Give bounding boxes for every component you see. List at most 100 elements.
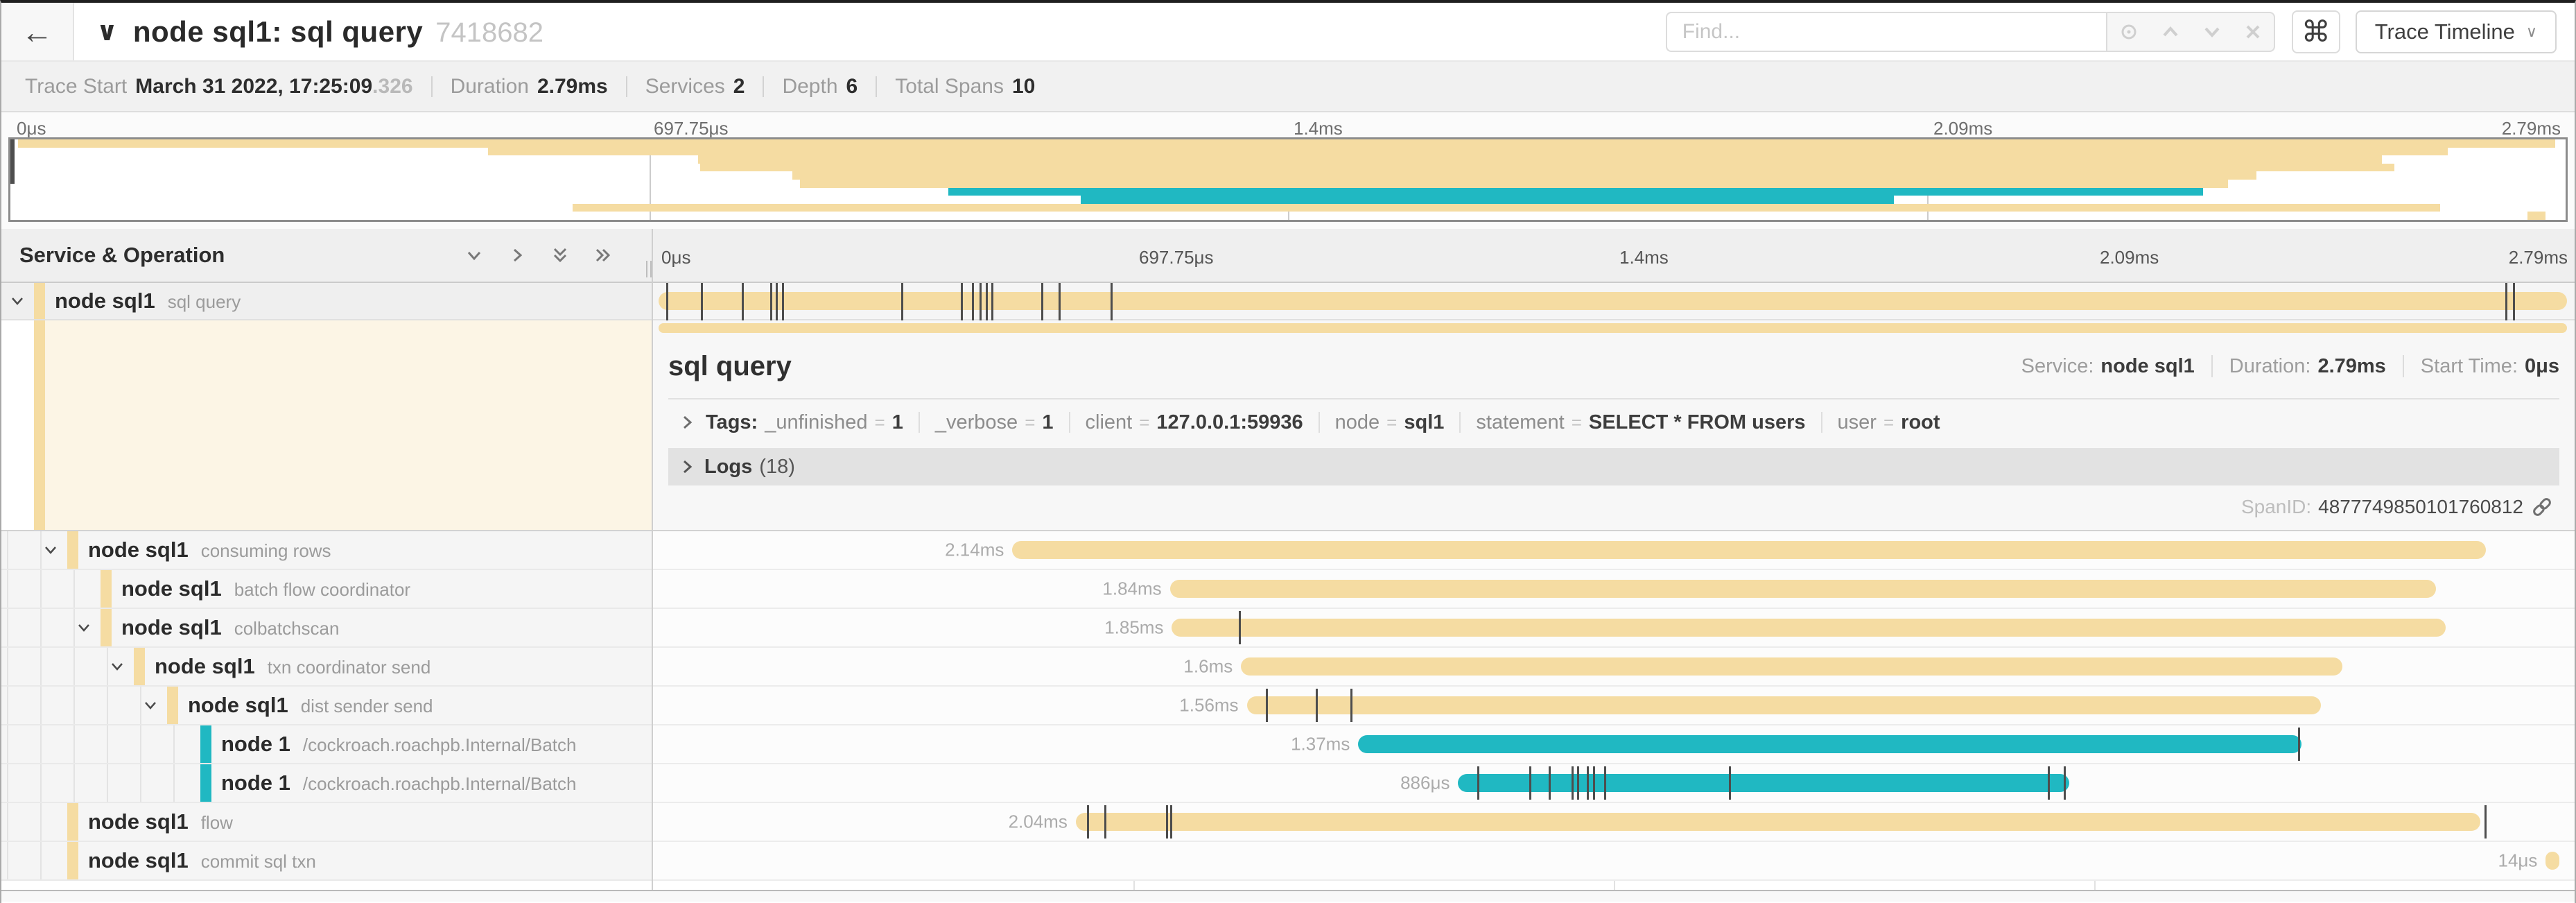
find-input[interactable] xyxy=(1666,12,2106,52)
span-bar[interactable] xyxy=(1170,580,2437,598)
span-timeline-cell[interactable]: 14μs xyxy=(653,842,2575,881)
tag-item[interactable]: _unfinished=1 xyxy=(765,411,903,434)
span-timeline-cell[interactable]: 1.56ms xyxy=(653,687,2575,725)
span-timeline-cell[interactable]: 2.04ms xyxy=(653,803,2575,842)
column-resize-grip[interactable] xyxy=(646,261,652,277)
tree-indent-guide xyxy=(40,803,42,841)
span-timeline-cell[interactable]: 1.6ms xyxy=(653,648,2575,687)
log-marker-tick xyxy=(1572,766,1574,800)
next-match-icon[interactable] xyxy=(2200,20,2224,44)
tree-indent-guide xyxy=(40,725,42,763)
logs-row[interactable]: Logs (18) xyxy=(668,448,2559,485)
chevron-down-icon[interactable] xyxy=(41,540,60,560)
log-marker-tick xyxy=(2064,766,2066,800)
tag-item[interactable]: _verbose=1 xyxy=(935,411,1054,434)
panel-resize-divider[interactable] xyxy=(652,229,653,890)
span-bar[interactable] xyxy=(1241,657,2342,676)
span-bar[interactable] xyxy=(1012,541,2486,559)
span-tree-row[interactable]: node 1/cockroach.roachpb.Internal/Batch xyxy=(1,725,653,764)
span-tree-row[interactable]: node sql1dist sender send xyxy=(1,687,653,725)
prev-match-icon[interactable] xyxy=(2159,20,2182,44)
span-tree-row[interactable]: node 1/cockroach.roachpb.Internal/Batch xyxy=(1,764,653,803)
locate-icon[interactable] xyxy=(2117,20,2141,44)
span-id-row: SpanID: 4877749850101760812 xyxy=(668,485,2559,528)
tree-indent-guide xyxy=(40,570,42,608)
time-tick-label: 0μs xyxy=(17,118,46,139)
tag-key: statement xyxy=(1476,411,1564,434)
expand-one-icon[interactable] xyxy=(506,244,528,266)
minimap-tick-labels: 0μs697.75μs1.4ms2.09ms2.79ms xyxy=(8,112,2568,137)
span-bar[interactable] xyxy=(1358,735,2301,753)
clear-search-icon[interactable] xyxy=(2242,21,2264,43)
time-tick-label: 1.4ms xyxy=(1294,118,1343,139)
equals-sign: = xyxy=(1877,412,1901,433)
chevron-down-icon[interactable] xyxy=(107,657,127,676)
span-row: node 1/cockroach.roachpb.Internal/Batch1… xyxy=(1,725,2575,764)
span-tree-row[interactable]: node sql1 flow xyxy=(1,803,653,842)
span-timeline-cell[interactable]: 1.37ms xyxy=(653,725,2575,764)
tag-item[interactable]: node=sql1 xyxy=(1335,411,1445,434)
log-marker-tick xyxy=(1350,689,1352,722)
span-tree-row[interactable]: node sql1colbatchscan xyxy=(1,609,653,648)
log-marker-tick xyxy=(2505,282,2507,320)
minimap-span-bar xyxy=(698,155,2382,164)
time-tick-label: 2.09ms xyxy=(2100,247,2159,268)
span-timeline-cell[interactable] xyxy=(653,283,2575,320)
minimap-span-bar xyxy=(18,139,2555,148)
span-timeline-cell[interactable]: 886μs xyxy=(653,764,2575,803)
log-marker-tick xyxy=(2484,805,2487,839)
service-name: node sql1 xyxy=(88,848,189,873)
span-tree-row[interactable]: node sql1commit sql txn xyxy=(1,842,653,881)
log-marker-tick xyxy=(991,282,993,320)
log-marker-tick xyxy=(1549,766,1551,800)
tags-row[interactable]: Tags: _unfinished=1_verbose=1client=127.… xyxy=(668,402,2559,442)
divider xyxy=(1069,412,1070,433)
collapse-one-icon[interactable] xyxy=(463,244,485,266)
collapse-all-icon[interactable] xyxy=(549,244,571,266)
minimap-span-row xyxy=(10,188,2566,196)
divider xyxy=(668,398,2559,399)
span-bar[interactable] xyxy=(659,292,2567,310)
operation-name: dist sender send xyxy=(301,696,433,717)
minimap-span-bar xyxy=(800,180,2228,188)
span-timeline-cell[interactable]: 1.84ms xyxy=(653,570,2575,609)
span-bar[interactable] xyxy=(2545,852,2559,870)
operation-name: flow xyxy=(201,812,233,834)
span-tree-row[interactable]: node sql1txn coordinator send xyxy=(1,648,653,687)
log-marker-tick xyxy=(701,282,703,320)
span-tree-row[interactable]: node sql1consuming rows xyxy=(1,531,653,570)
operation-name: /cockroach.roachpb.Internal/Batch xyxy=(303,734,577,756)
divider xyxy=(1459,412,1461,433)
service-name: node sql1 xyxy=(88,809,189,834)
span-detail-panel: sql query Service: node sql1 Duration: 2… xyxy=(653,320,2575,530)
span-tree-row[interactable]: node sql1sql query xyxy=(1,283,653,320)
service-name: node 1 xyxy=(221,771,290,796)
trace-view-dropdown[interactable]: Trace Timeline ∨ xyxy=(2356,10,2557,53)
span-color-stripe xyxy=(200,764,211,802)
back-button[interactable]: ← xyxy=(1,3,74,60)
span-duration-label: 2.04ms xyxy=(1009,811,1068,833)
span-timeline-cell[interactable]: 1.85ms xyxy=(653,609,2575,648)
log-marker-tick xyxy=(986,282,988,320)
span-bar[interactable] xyxy=(1172,619,2446,637)
chevron-down-icon[interactable] xyxy=(141,696,160,715)
link-icon[interactable] xyxy=(2530,495,2554,519)
expand-all-icon[interactable] xyxy=(592,244,614,266)
span-timeline-cell[interactable]: 2.14ms xyxy=(653,531,2575,570)
title-collapse-chevron-icon[interactable]: ∨ xyxy=(96,16,118,47)
keyboard-shortcuts-button[interactable]: ⌘ xyxy=(2292,10,2340,53)
chevron-down-icon[interactable] xyxy=(8,291,27,311)
chevron-down-icon[interactable] xyxy=(74,618,94,637)
tag-value: 1 xyxy=(1042,411,1053,434)
tag-item[interactable]: statement=SELECT * FROM users xyxy=(1476,411,1805,434)
log-marker-tick xyxy=(1087,805,1089,839)
span-tree-row[interactable]: node sql1batch flow coordinator xyxy=(1,570,653,609)
minimap-canvas[interactable] xyxy=(8,137,2568,222)
tag-item[interactable]: user=root xyxy=(1838,411,1940,434)
span-bar[interactable] xyxy=(1247,696,2322,714)
tag-item[interactable]: client=127.0.0.1:59936 xyxy=(1086,411,1303,434)
span-bar[interactable] xyxy=(1076,813,2480,831)
span-row: node sql1commit sql txn14μs xyxy=(1,842,2575,881)
minimap-drag-handle[interactable] xyxy=(10,139,15,184)
service-name: node sql1 xyxy=(88,538,189,562)
